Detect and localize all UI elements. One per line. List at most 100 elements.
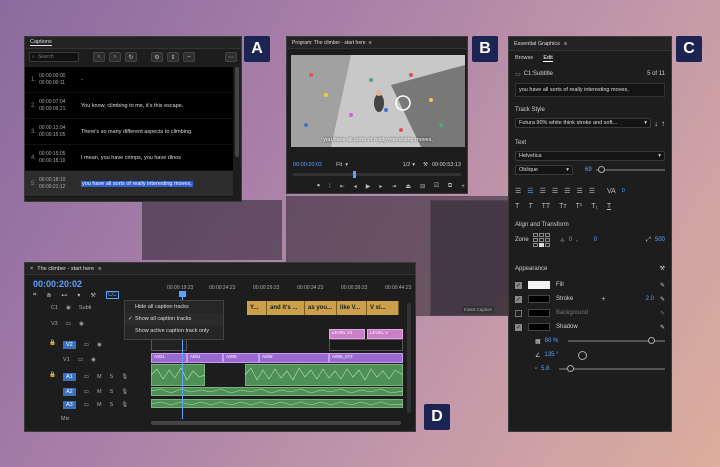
add-button-icon[interactable]: + [461, 184, 465, 190]
angle-value[interactable]: 135 ° [544, 352, 558, 358]
faux-italic-icon[interactable]: T [528, 203, 532, 210]
caption-clip[interactable]: Y... [247, 301, 267, 315]
lock-icon[interactable]: 🔒 [49, 372, 56, 378]
sync-lock-icon[interactable]: ▭ [84, 389, 89, 395]
lock-icon[interactable]: 🔒 [49, 340, 56, 346]
microphone-icon[interactable]: 🎙 [121, 389, 128, 395]
play-icon[interactable]: ▶ [366, 183, 371, 190]
all-caps-icon[interactable]: TT [542, 203, 551, 210]
quality-select[interactable]: 1/2 [403, 162, 411, 168]
wrench-icon[interactable]: ⚒ [90, 292, 95, 299]
justify-all-icon[interactable]: ☰ [589, 187, 595, 195]
merge-caption-icon[interactable]: ⇔ [183, 52, 195, 62]
extract-icon[interactable]: ⊟ [420, 183, 425, 190]
eyedropper-icon[interactable]: ✎ [660, 282, 665, 289]
export-frame-icon[interactable]: ⎚ [434, 183, 439, 190]
caption-text[interactable]: I mean, you have crimps, you have dinos [81, 155, 181, 161]
chevron-down-icon[interactable]: ▾ [345, 162, 348, 168]
sync-lock-icon[interactable]: ▭ [84, 342, 89, 348]
playhead-marker[interactable] [353, 171, 356, 178]
tab-browse[interactable]: Browse [515, 55, 533, 61]
slider-knob[interactable] [648, 337, 655, 344]
eyedropper-icon[interactable]: ✎ [660, 324, 665, 331]
horizontal-scrollbar[interactable] [151, 421, 401, 425]
mute-button[interactable]: M [97, 374, 102, 380]
slider-knob[interactable] [597, 166, 605, 173]
shadow-swatch[interactable] [528, 323, 550, 331]
menu-item-show-all-captions[interactable]: Show all caption tracks [125, 313, 223, 325]
eye-icon[interactable]: ◉ [66, 305, 71, 311]
subscript-icon[interactable]: T₁ [591, 203, 598, 210]
font-style-dropdown[interactable]: Oblique ▾ [515, 165, 573, 175]
linked-selection-icon[interactable]: ⊷ [61, 292, 67, 299]
settings-icon[interactable]: ⚙ [151, 52, 163, 62]
nest-icon[interactable]: ⌗ [33, 292, 36, 299]
caption-row[interactable]: 2. 00:00:07:04 00:00:09:21 You know, clim… [25, 93, 233, 119]
panel-menu-icon[interactable]: ≡ [98, 266, 101, 272]
wrench-icon[interactable]: ⚒ [660, 265, 665, 272]
solo-button[interactable]: S [110, 374, 114, 380]
slider-knob[interactable] [567, 365, 575, 372]
sync-lock-icon[interactable]: ▭ [66, 321, 71, 327]
goto-out-icon[interactable]: ⇥ [391, 183, 396, 190]
wrench-icon[interactable]: ⚒ [423, 162, 428, 168]
solo-button[interactable]: S [110, 389, 114, 395]
timeline-timecode[interactable]: 00:00:20:02 [33, 279, 82, 289]
captions-display-icon[interactable]: CC [105, 291, 119, 299]
caption-text[interactable]: you have all sorts of really interesting… [81, 180, 193, 187]
goto-in-icon[interactable]: ⇤ [340, 183, 345, 190]
stroke-swatch[interactable] [528, 295, 550, 303]
caption-text[interactable]: You know, climbing to me, it's this esca… [81, 103, 183, 109]
stroke-width-value[interactable]: 2.0 [646, 296, 654, 302]
fill-checkbox[interactable]: ✓ [515, 281, 522, 289]
compare-icon[interactable]: ⧉ [448, 183, 452, 190]
video-clip-dark[interactable] [329, 339, 403, 351]
lift-icon[interactable]: ⏏ [405, 183, 411, 190]
vertical-scrollbar[interactable] [407, 303, 411, 413]
tab-edit[interactable]: Edit [543, 55, 553, 62]
zoom-select[interactable]: Fit [336, 162, 342, 168]
caption-clip[interactable]: and it's ... [267, 301, 305, 315]
program-timecode[interactable]: 00:00:20:02 [293, 162, 322, 168]
align-left-icon[interactable]: ☰ [515, 187, 521, 195]
align-center-icon[interactable]: ☰ [527, 187, 533, 195]
align-right-icon[interactable]: ☰ [540, 187, 546, 195]
panel-menu-icon[interactable]: ≡ [369, 40, 372, 46]
caption-row[interactable]: 4. 00:00:15:05 00:00:18:10 I mean, you ha… [25, 145, 233, 171]
playhead-marker[interactable] [179, 291, 186, 297]
video-clip[interactable]: A005 [259, 353, 329, 363]
fill-swatch[interactable] [528, 281, 550, 289]
caption-row-selected[interactable]: 5. 00:00:18:10 00:00:21:12 you have all s… [25, 171, 233, 197]
sync-lock-icon[interactable]: ▭ [78, 357, 83, 363]
opacity-slider[interactable] [568, 337, 665, 344]
program-scrubber[interactable] [293, 171, 461, 178]
caption-text[interactable]: There's so many different aspects to cli… [81, 129, 193, 135]
snap-icon[interactable]: ⋒ [46, 292, 51, 299]
refresh-icon[interactable]: ↻ [125, 52, 137, 62]
position-y-value[interactable]: 0 [594, 237, 597, 243]
mark-out-icon[interactable]: ⁞ [329, 184, 331, 190]
panel-menu-icon[interactable]: ≡ [564, 41, 567, 47]
add-stroke-icon[interactable]: + [601, 296, 605, 303]
zone-grid[interactable] [532, 233, 550, 247]
underline-icon[interactable]: T [607, 203, 611, 210]
eye-icon[interactable]: ◉ [91, 357, 96, 363]
opacity-value[interactable]: 80 % [545, 338, 559, 344]
justify-center-icon[interactable]: ☰ [564, 187, 570, 195]
tracking-value[interactable]: 0 [622, 188, 625, 194]
superscript-icon[interactable]: T¹ [576, 203, 583, 210]
chevron-down-icon[interactable]: ▾ [412, 162, 415, 168]
sync-lock-icon[interactable]: ▭ [84, 374, 89, 380]
menu-item-show-active-caption[interactable]: Show active caption track only [125, 325, 223, 337]
step-forward-icon[interactable]: ▸ [379, 183, 382, 190]
close-icon[interactable]: × [30, 266, 33, 272]
caption-text-field[interactable]: you have all sorts of really interesting… [515, 83, 665, 97]
step-back-icon[interactable]: ◂ [354, 183, 357, 190]
stroke-checkbox[interactable]: ✓ [515, 295, 522, 303]
faux-bold-icon[interactable]: T [515, 203, 519, 210]
solo-button[interactable]: S [110, 402, 114, 408]
size-value[interactable]: 500 [655, 237, 665, 243]
caption-row[interactable]: 1. 00:00:00:00 00:00:00:11 - [25, 67, 233, 93]
caption-row[interactable]: 3. 00:00:13:04 00:00:15:05 There's so man… [25, 119, 233, 145]
video-clip-level[interactable]: LEVEL V [367, 329, 403, 339]
